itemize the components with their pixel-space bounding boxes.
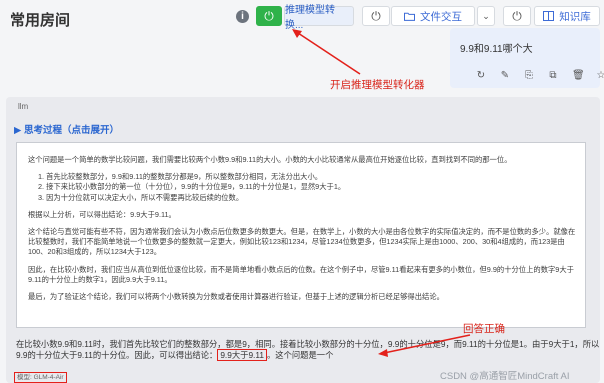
file-interaction-button[interactable]: 文件交互 [391, 6, 475, 26]
message-toolbar: ↻ ✎ ⎘ ⧉ 🗑 ☆ [476, 70, 604, 81]
thinking-paragraph: 因此，在比较小数时，我们应当从高位到低位逐位比较，而不是简单地看小数点后的位数。… [28, 264, 574, 284]
knowledge-button-label: 知识库 [559, 10, 591, 23]
model-tag: 模型: GLM-4-Air [14, 372, 67, 383]
power-icon: ⏻ [371, 8, 381, 23]
watermark: CSDN @高通智匠MindCraft AI [440, 371, 570, 382]
info-icon[interactable]: i [236, 10, 249, 23]
power-icon: ⏻ [264, 8, 274, 23]
answer-highlight: 9.9大于9.11 [217, 349, 267, 361]
knowledge-power-toggle[interactable]: ⏻ [503, 6, 531, 26]
thinking-list-item: 1. 首先比较整数部分，9.9和9.11的整数部分都是9，所以整数部分相同，无法… [38, 172, 323, 182]
folder-icon [404, 12, 415, 21]
reasoning-power-toggle[interactable]: ⏻ [256, 6, 282, 26]
annotation-correct-answer: 回答正确 [463, 323, 505, 335]
reasoning-model-button[interactable]: 推理模型转换... [284, 5, 354, 31]
book-icon [543, 11, 555, 21]
user-message-text: 9.9和9.11哪个大 [460, 44, 533, 55]
thinking-paragraph: 这个结论与直觉可能有些不符，因为通常我们会认为小数点后位数更多的数更大。但是，在… [28, 227, 576, 257]
thinking-toggle[interactable]: ▶ 思考过程（点击展开） [14, 122, 119, 136]
page-title: 常用房间 [10, 12, 71, 29]
file-button-label: 文件交互 [420, 10, 462, 23]
final-answer-text: 在比较小数9.9和9.11时，我们首先比较它们的整数部分，都是9，相同。接着比较… [16, 339, 600, 361]
chevron-down-icon: ⌄ [482, 10, 490, 21]
thinking-paragraph: 根据以上分析，可以得出结论：9.9大于9.11。 [28, 209, 176, 219]
assistant-role-label: llm [18, 102, 29, 111]
copy-icon[interactable]: ⎘ [524, 70, 534, 81]
power-icon: ⏻ [512, 8, 522, 23]
retry-icon[interactable]: ↻ [476, 70, 486, 81]
thinking-list-item: 2. 接下来比较小数部分的第一位（十分位），9.9的十分位是9，9.11的十分位… [38, 182, 346, 192]
thinking-list-item: 3. 因为十分位就可以决定大小，所以不需要再比较后续的位数。 [38, 192, 244, 202]
delete-icon[interactable]: 🗑 [572, 70, 585, 81]
knowledge-base-button[interactable]: 知识库 [534, 6, 600, 26]
edit-icon[interactable]: ✎ [500, 70, 510, 81]
thinking-content: 这个问题是一个简单的数学比较问题，我们需要比较两个小数9.9和9.11的大小。小… [28, 155, 576, 309]
file-dropdown-button[interactable]: ⌄ [477, 6, 495, 26]
duplicate-icon[interactable]: ⧉ [548, 70, 558, 81]
star-icon[interactable]: ☆ [596, 70, 604, 81]
annotation-reasoning-toggle: 开启推理模型转化器 [330, 79, 425, 91]
thinking-paragraph: 这个问题是一个简单的数学比较问题，我们需要比较两个小数9.9和9.11的大小。小… [28, 155, 512, 164]
answer-text-after: 。这个问题是一个 [266, 350, 334, 360]
file-power-toggle[interactable]: ⏻ [362, 6, 390, 26]
thinking-paragraph: 最后，为了验证这个结论，我们可以将两个小数转换为分数或者使用计算器进行验证，但基… [28, 292, 444, 302]
